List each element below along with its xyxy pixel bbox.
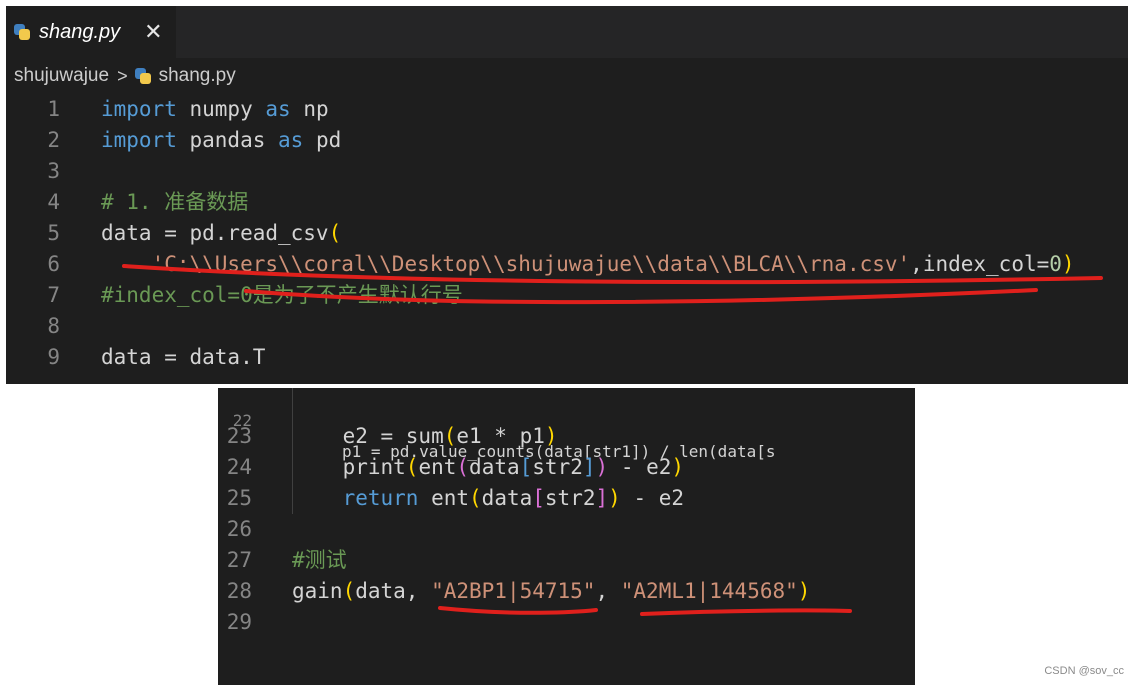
line-number: 4 [47, 190, 60, 214]
line-number: 5 [47, 221, 60, 245]
line-number: 24 [226, 455, 252, 479]
close-icon[interactable]: ✕ [144, 19, 162, 45]
python-file-icon [14, 24, 30, 40]
code-text: data = pd.read_csv( [101, 221, 342, 245]
line-number: 28 [226, 579, 252, 603]
code-line[interactable]: 5 data = pd.read_csv( [6, 218, 1128, 249]
code-text: gain(data, "A2BP1|54715", "A2ML1|144568"… [292, 579, 811, 603]
code-line[interactable]: 28 gain(data, "A2BP1|54715", "A2ML1|14456… [218, 576, 915, 607]
code-line[interactable]: 26 [218, 514, 915, 545]
breadcrumb: shujuwajue > shang.py [6, 58, 1128, 94]
code-line[interactable]: 8 [6, 311, 1128, 342]
tab-bar: shang.py ✕ [6, 6, 1128, 58]
line-number: 23 [226, 424, 252, 448]
partial-code-line: 22 p1 = pd.value_counts(data[str1]) / le… [232, 411, 776, 461]
code-text: #index_col=0是为了不产生默认行号 [101, 283, 463, 307]
line-number: 25 [226, 486, 252, 510]
line-number: 29 [226, 610, 252, 634]
line-number: 6 [47, 252, 60, 276]
code-text: import pandas as pd [101, 128, 342, 152]
line-number: 3 [47, 159, 60, 183]
code-line[interactable]: 7 #index_col=0是为了不产生默认行号 [6, 280, 1128, 311]
line-number: 7 [47, 283, 60, 307]
line-number: 1 [47, 97, 60, 121]
code-editor-bottom[interactable]: 23 e2 = sum(e1 * p1) 24 print(ent(data[st… [218, 421, 915, 638]
indent-guide [292, 388, 293, 514]
code-text: #测试 [292, 548, 347, 572]
code-text: e2 = sum(e1 * p1) [292, 424, 558, 448]
line-number: 27 [226, 548, 252, 572]
code-line[interactable]: 29 [218, 607, 915, 638]
code-line[interactable]: 2 import pandas as pd [6, 125, 1128, 156]
code-editor-top[interactable]: 1 import numpy as np 2 import pandas as pd 3… [6, 94, 1128, 373]
code-text: 'C:\\Users\\coral\\Desktop\\shujuwajue\\… [151, 252, 1075, 276]
line-number: 9 [47, 345, 60, 369]
python-file-icon [134, 68, 151, 84]
code-line[interactable]: 6 'C:\\Users\\coral\\Desktop\\shujuwajue… [6, 249, 1128, 280]
editor-top-panel: shang.py ✕ shujuwajue > shang.py 1 import… [6, 6, 1128, 384]
code-line[interactable]: 23 e2 = sum(e1 * p1) [218, 421, 915, 452]
tab-shang-py[interactable]: shang.py ✕ [6, 6, 176, 58]
code-text: # 1. 准备数据 [101, 190, 249, 214]
line-number: 2 [47, 128, 60, 152]
tab-label: shang.py [39, 20, 121, 43]
breadcrumb-file[interactable]: shang.py [159, 65, 236, 87]
code-text: data = data.T [101, 345, 266, 369]
watermark: CSDN @sov_cc [1044, 665, 1124, 677]
code-text: import numpy as np [101, 97, 329, 121]
code-line[interactable]: 24 print(ent(data[str2]) - e2) [218, 452, 915, 483]
chevron-right-icon: > [117, 65, 128, 86]
code-line[interactable]: 25 return ent(data[str2]) - e2 [218, 483, 915, 514]
code-text: return ent(data[str2]) - e2 [342, 486, 685, 510]
code-line[interactable]: 1 import numpy as np [6, 94, 1128, 125]
code-line[interactable]: 4 # 1. 准备数据 [6, 187, 1128, 218]
line-number: 26 [226, 517, 252, 541]
code-line[interactable]: 9 data = data.T [6, 342, 1128, 373]
line-number: 8 [47, 314, 60, 338]
breadcrumb-folder[interactable]: shujuwajue [14, 65, 109, 87]
editor-bottom-panel: 22 p1 = pd.value_counts(data[str1]) / le… [218, 388, 915, 685]
code-line[interactable]: 3 [6, 156, 1128, 187]
code-line[interactable]: 27 #测试 [218, 545, 915, 576]
code-text: print(ent(data[str2]) - e2) [292, 455, 685, 479]
